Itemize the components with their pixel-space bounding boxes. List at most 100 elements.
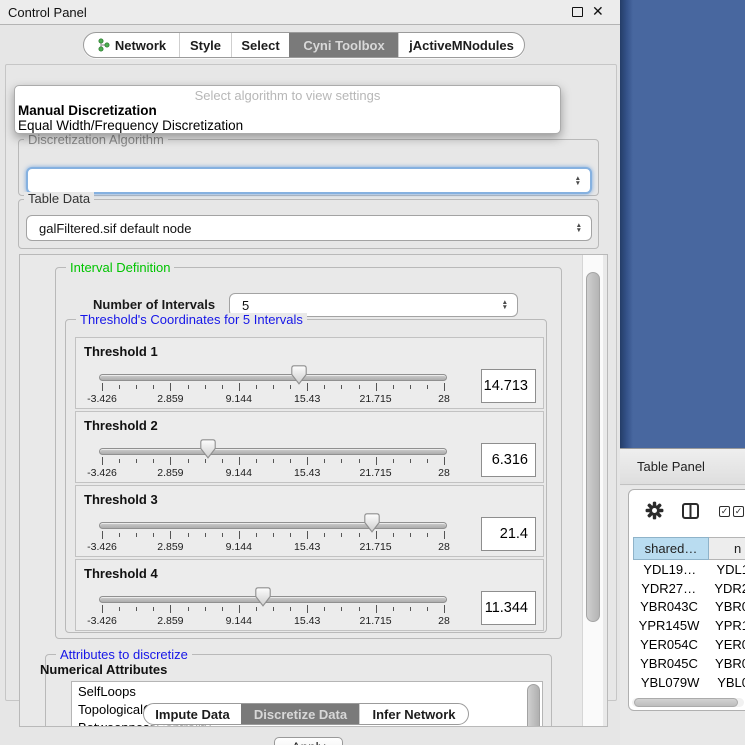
table-settings-button[interactable] — [645, 501, 664, 525]
slider-track[interactable] — [99, 448, 447, 455]
table-hscrollbar[interactable] — [632, 698, 744, 707]
table-row[interactable]: YPR145WYPR1 — [633, 616, 745, 635]
tick — [376, 605, 377, 613]
tick-label: 2.859 — [147, 541, 193, 553]
tick — [393, 607, 394, 611]
slider-thumb[interactable] — [255, 587, 271, 607]
threshold-value-field[interactable]: 11.344 — [481, 591, 536, 625]
tick — [410, 607, 411, 611]
tick-label: 28 — [421, 467, 467, 479]
slider-ticks — [76, 605, 543, 614]
tab-style[interactable]: Style — [179, 33, 231, 57]
tick — [427, 459, 428, 463]
table-row[interactable]: YBL079WYBL0 — [633, 673, 745, 692]
threshold-value-field[interactable]: 21.4 — [481, 517, 536, 551]
table-data-combo[interactable]: galFiltered.sif default node ▲▼ — [26, 215, 592, 241]
tick-label: 2.859 — [147, 393, 193, 405]
panel-scrollbar-thumb[interactable] — [586, 272, 600, 622]
algorithm-combo[interactable]: ▲▼ — [26, 167, 592, 194]
tick — [427, 533, 428, 537]
cell-shared-name[interactable]: YBR043C — [633, 599, 705, 614]
panel-scrollbar[interactable] — [582, 255, 603, 726]
table-row[interactable]: YDL19…YDL1 — [633, 560, 745, 579]
cell-shared-name[interactable]: YBL079W — [633, 675, 707, 690]
tick — [239, 531, 240, 539]
table-row[interactable]: YBR043CYBR0 — [633, 598, 745, 617]
checkbox-icon[interactable]: ✓ — [719, 506, 730, 517]
cell-name[interactable]: YBR0 — [705, 599, 745, 614]
tab-cyni-toolbox[interactable]: Cyni Toolbox — [289, 33, 398, 57]
cell-shared-name[interactable]: YLR345W — [633, 693, 706, 696]
tick — [256, 607, 257, 611]
table-panel-titlebar: Table Panel — [620, 448, 745, 485]
threshold-row: Threshold 3-3.4262.8599.14415.4321.71528… — [75, 485, 544, 557]
close-icon[interactable]: ✕ — [592, 3, 604, 20]
tab-impute-data[interactable]: Impute Data — [144, 704, 241, 724]
cell-name[interactable]: YER0 — [705, 637, 745, 652]
slider-thumb[interactable] — [291, 365, 307, 385]
cell-name[interactable]: YBL0 — [707, 675, 745, 690]
table-row[interactable]: YER054CYER0 — [633, 635, 745, 654]
column-visibility-button[interactable] — [682, 503, 699, 524]
slider-thumb[interactable] — [200, 439, 216, 459]
tick-label: -3.426 — [79, 541, 125, 553]
columns-icon[interactable] — [682, 503, 699, 519]
cell-shared-name[interactable]: YER054C — [633, 637, 705, 652]
table-row[interactable]: YBR045CYBR0 — [633, 654, 745, 673]
threshold-value-field[interactable]: 6.316 — [481, 443, 536, 477]
tick-label: 2.859 — [147, 615, 193, 627]
table-row[interactable]: YLR345WYLR3 — [633, 692, 745, 696]
cell-name[interactable]: YDR2 — [704, 581, 745, 596]
tick-label: 15.43 — [284, 393, 330, 405]
column-header-shared-name[interactable]: shared… — [633, 537, 709, 560]
tick — [222, 533, 223, 537]
window-title: Control Panel — [8, 0, 87, 25]
cell-shared-name[interactable]: YDL19… — [633, 562, 706, 577]
gear-icon[interactable] — [645, 501, 664, 520]
slider-track[interactable] — [99, 522, 447, 529]
float-window-icon[interactable] — [572, 7, 583, 17]
slider-track[interactable] — [99, 596, 447, 603]
threshold-label: Threshold 3 — [84, 492, 158, 507]
table-hscrollbar-thumb[interactable] — [634, 698, 738, 707]
tick — [427, 385, 428, 389]
attribute-item[interactable]: SelfLoops — [72, 682, 542, 700]
cell-name[interactable]: YDL1 — [706, 562, 745, 577]
tick — [444, 605, 445, 613]
tick — [393, 533, 394, 537]
slider-track[interactable] — [99, 374, 447, 381]
tick — [136, 607, 137, 611]
checkbox-icon[interactable]: ✓ — [733, 506, 744, 517]
cell-name[interactable]: YPR1 — [705, 618, 745, 633]
dropdown-option-manual[interactable]: Manual Discretization — [18, 103, 558, 118]
cell-shared-name[interactable]: YBR045C — [633, 656, 705, 671]
threshold-row: Threshold 1-3.4262.8599.14415.4321.71528… — [75, 337, 544, 409]
tick — [273, 385, 274, 389]
list-scrollbar-thumb[interactable] — [527, 684, 540, 727]
cell-shared-name[interactable]: YPR145W — [633, 618, 705, 633]
tick — [205, 385, 206, 389]
tab-infer-network[interactable]: Infer Network — [359, 704, 468, 724]
cell-shared-name[interactable]: YDR27… — [633, 581, 704, 596]
tab-discretize-data[interactable]: Discretize Data — [241, 704, 359, 724]
tab-network[interactable]: Network — [84, 33, 179, 57]
slider-thumb[interactable] — [364, 513, 380, 533]
threshold-value-field[interactable]: 14.713 — [481, 369, 536, 403]
column-header-name[interactable]: n — [709, 537, 745, 560]
tick — [341, 533, 342, 537]
dropdown-option-equal-width[interactable]: Equal Width/Frequency Discretization — [18, 118, 558, 133]
tick — [102, 457, 103, 465]
tab-jactivemnodules[interactable]: jActiveMNodules — [398, 33, 524, 57]
tick-label: 21.715 — [353, 467, 399, 479]
tick-label: 2.859 — [147, 467, 193, 479]
cell-name[interactable]: YLR3 — [706, 693, 745, 696]
cell-name[interactable]: YBR0 — [705, 656, 745, 671]
tick — [324, 533, 325, 537]
apply-button[interactable]: Apply — [274, 737, 343, 745]
tick — [153, 459, 154, 463]
table-row[interactable]: YDR27…YDR2 — [633, 579, 745, 598]
tick — [341, 459, 342, 463]
tick — [273, 459, 274, 463]
tick — [188, 533, 189, 537]
tab-select[interactable]: Select — [231, 33, 289, 57]
